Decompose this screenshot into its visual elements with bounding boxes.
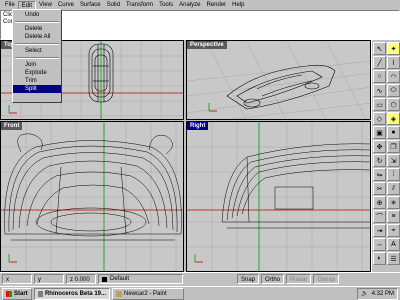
right-view-drawing: [187, 122, 370, 271]
menu-transform[interactable]: Transform: [123, 1, 156, 10]
layer-color-swatch: [102, 276, 107, 282]
system-tray: 🔈 4:32 PM: [357, 287, 398, 300]
rectangle-icon[interactable]: ▭: [373, 98, 386, 111]
start-button[interactable]: Start: [2, 287, 32, 300]
start-label: Start: [14, 290, 28, 297]
menu-separator: [15, 43, 59, 45]
menu-solid[interactable]: Solid: [104, 1, 123, 10]
snap-toggle[interactable]: Snap: [237, 274, 260, 284]
extend-icon[interactable]: ⇥: [373, 224, 386, 237]
menu-tools[interactable]: Tools: [156, 1, 176, 10]
windows-logo-icon: [6, 290, 12, 297]
speaker-icon[interactable]: 🔈: [361, 290, 368, 297]
scale-icon[interactable]: ⇲: [387, 154, 400, 167]
paint-app-icon: [116, 290, 122, 297]
select-arrow-icon[interactable]: ↖: [373, 42, 386, 55]
point-icon[interactable]: ✦: [387, 42, 400, 55]
surface-icon[interactable]: ◇: [373, 112, 386, 125]
rotate-icon[interactable]: ↻: [373, 154, 386, 167]
rhino-app-icon: [38, 290, 43, 297]
menu-render[interactable]: Render: [203, 1, 229, 10]
task-paint[interactable]: Newcar2 - Paint: [112, 287, 184, 300]
text-icon[interactable]: A: [387, 238, 400, 251]
move-icon[interactable]: ✥: [373, 140, 386, 153]
task-rhinoceros[interactable]: Rhinoceros Beta 19...: [34, 287, 110, 300]
coord-x: x -17.207: [2, 274, 32, 293]
curve-icon[interactable]: ∿: [373, 84, 386, 97]
status-bar: x -17.207 y 38.587 z 0.000 Default Snap …: [0, 272, 400, 293]
coord-y: y 38.587: [34, 274, 64, 293]
planar-toggle[interactable]: Planar: [286, 274, 312, 284]
circle-icon[interactable]: ○: [373, 70, 386, 83]
viewport-title: Front: [1, 122, 23, 130]
viewport-front[interactable]: Front: [0, 121, 184, 272]
analyze-icon[interactable]: ⌖: [387, 224, 400, 237]
dimension-icon[interactable]: ↔: [373, 238, 386, 251]
taskbar: Start Rhinoceros Beta 19... Newcar2 - Pa…: [0, 286, 400, 300]
loft-icon[interactable]: ◈: [387, 112, 400, 125]
menu-item-trim[interactable]: Trim: [13, 77, 61, 85]
menu-analyze[interactable]: Analyze: [176, 1, 203, 10]
array-icon[interactable]: ⁞: [387, 168, 400, 181]
polygon-icon[interactable]: ⬡: [387, 98, 400, 111]
viewport-right[interactable]: Right: [186, 121, 371, 272]
edit-menu: Undo Delete Delete All Select Join Explo…: [12, 9, 62, 103]
clock: 4:32 PM: [371, 290, 394, 297]
viewport-perspective[interactable]: Perspective: [186, 40, 371, 120]
task-label: Rhinoceros Beta 19...: [44, 290, 106, 297]
join-icon[interactable]: ⊕: [373, 196, 386, 209]
menu-separator: [15, 21, 59, 23]
layer-icon[interactable]: ☰: [387, 252, 400, 265]
line-icon[interactable]: ╱: [373, 56, 386, 69]
copy-icon[interactable]: ❐: [387, 140, 400, 153]
coord-z: z 0.000: [66, 274, 96, 284]
menu-item-undo[interactable]: Undo: [13, 11, 61, 19]
status-spacer: [185, 274, 235, 284]
menu-item-join[interactable]: Join: [13, 61, 61, 69]
viewport-title: Right: [187, 122, 209, 130]
split-icon[interactable]: ⫽: [387, 182, 400, 195]
layer-name: Default: [110, 276, 130, 282]
menu-item-delete[interactable]: Delete: [13, 25, 61, 33]
solid-box-icon[interactable]: ▣: [373, 126, 386, 139]
ortho-toggle[interactable]: Ortho: [261, 274, 285, 284]
trim-icon[interactable]: ✂: [373, 182, 386, 195]
menu-item-delete-all[interactable]: Delete All: [13, 33, 61, 41]
osnap-toggle[interactable]: Osnap: [313, 274, 340, 284]
menu-item-split[interactable]: Split: [13, 85, 61, 93]
layer-selector[interactable]: Default: [98, 274, 183, 284]
offset-icon[interactable]: ≡: [387, 210, 400, 223]
explode-icon[interactable]: ✳: [387, 196, 400, 209]
mirror-icon[interactable]: ⇋: [373, 168, 386, 181]
arc-icon[interactable]: ◠: [387, 70, 400, 83]
viewport-title: Perspective: [187, 41, 227, 49]
fillet-icon[interactable]: ⌒: [373, 210, 386, 223]
right-toolbar: ↖ ✦ ╱ ⌇ ○ ◠ ∿ ⬭ ▭ ⬡ ◇ ◈ ▣ ● ✥ ❐ ↻ ⇲ ⇋ ⁞ …: [371, 40, 400, 272]
menu-surface[interactable]: Surface: [77, 1, 104, 10]
menu-item-explode[interactable]: Explode: [13, 69, 61, 77]
front-view-drawing: [1, 122, 183, 271]
ellipse-icon[interactable]: ⬭: [387, 84, 400, 97]
menu-separator: [15, 57, 59, 59]
perspective-view-drawing: [187, 41, 370, 119]
menu-item-select[interactable]: Select: [13, 47, 61, 55]
render-icon[interactable]: ◐: [373, 252, 386, 265]
sphere-icon[interactable]: ●: [387, 126, 400, 139]
polyline-icon[interactable]: ⌇: [387, 56, 400, 69]
menu-help[interactable]: Help: [229, 1, 247, 10]
task-label: Newcar2 - Paint: [124, 290, 167, 297]
